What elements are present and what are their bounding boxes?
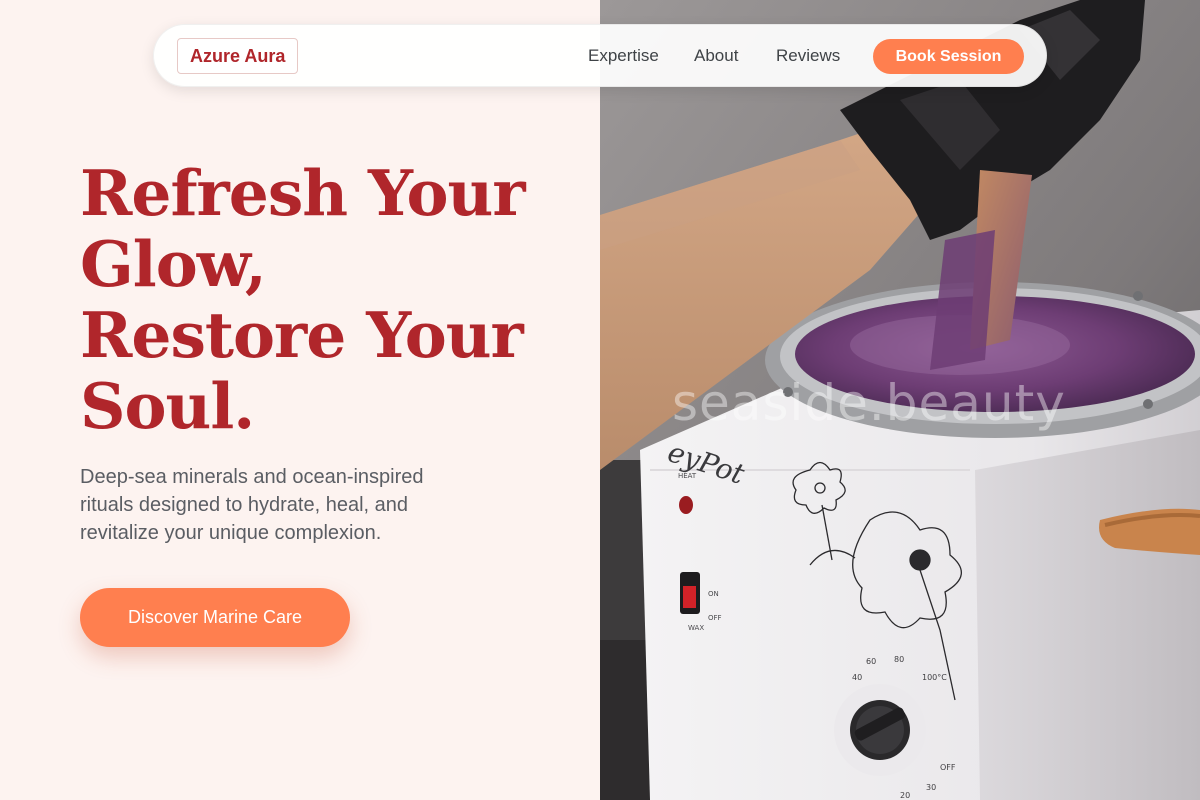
hero-subtitle: Deep-sea minerals and ocean-inspired rit…	[80, 463, 500, 547]
brand-logo[interactable]: Azure Aura	[177, 38, 299, 74]
hero-title: Refresh Your Glow, Restore Your Soul.	[80, 158, 550, 442]
hero-title-line: Glow,	[80, 227, 267, 301]
dial-mark-off: OFF	[940, 763, 956, 772]
on-label: ON	[708, 590, 719, 598]
hero-title-line: Refresh Your	[80, 156, 526, 230]
landing-page: eyPot HEAT ON OFF WAX 40 60 80 100°C OFF…	[0, 0, 1200, 800]
nav-link-reviews[interactable]: Reviews	[776, 45, 840, 67]
dial-mark-100: 100°C	[922, 673, 947, 682]
hero-title-line: Restore Your	[80, 298, 524, 372]
nav-link-expertise[interactable]: Expertise	[588, 45, 659, 67]
hero-photo: eyPot HEAT ON OFF WAX 40 60 80 100°C OFF…	[600, 0, 1200, 800]
wax-label: WAX	[688, 624, 704, 632]
hero-subtitle-line: rituals designed to hydrate, heal, and	[80, 494, 408, 516]
dial-mark-30: 30	[926, 783, 936, 792]
hero-title-line: Soul.	[80, 369, 255, 443]
book-session-button[interactable]: Book Session	[873, 39, 1024, 74]
hero-subtitle-line: revitalize your unique complexion.	[80, 522, 382, 544]
hero-subtitle-line: Deep-sea minerals and ocean-inspired	[80, 466, 424, 488]
photo-watermark: seaside.beauty	[672, 374, 1066, 432]
nav-link-about[interactable]: About	[694, 45, 738, 67]
dial-mark-80: 80	[894, 655, 904, 664]
off-label: OFF	[708, 614, 722, 622]
heat-label: HEAT	[678, 472, 697, 480]
dial-mark-40: 40	[852, 673, 862, 682]
top-navigation: Azure Aura Expertise About Reviews Book …	[153, 24, 1047, 87]
dial-mark-20: 20	[900, 791, 910, 800]
discover-marine-care-button[interactable]: Discover Marine Care	[80, 588, 350, 647]
dial-mark-60: 60	[866, 657, 876, 666]
